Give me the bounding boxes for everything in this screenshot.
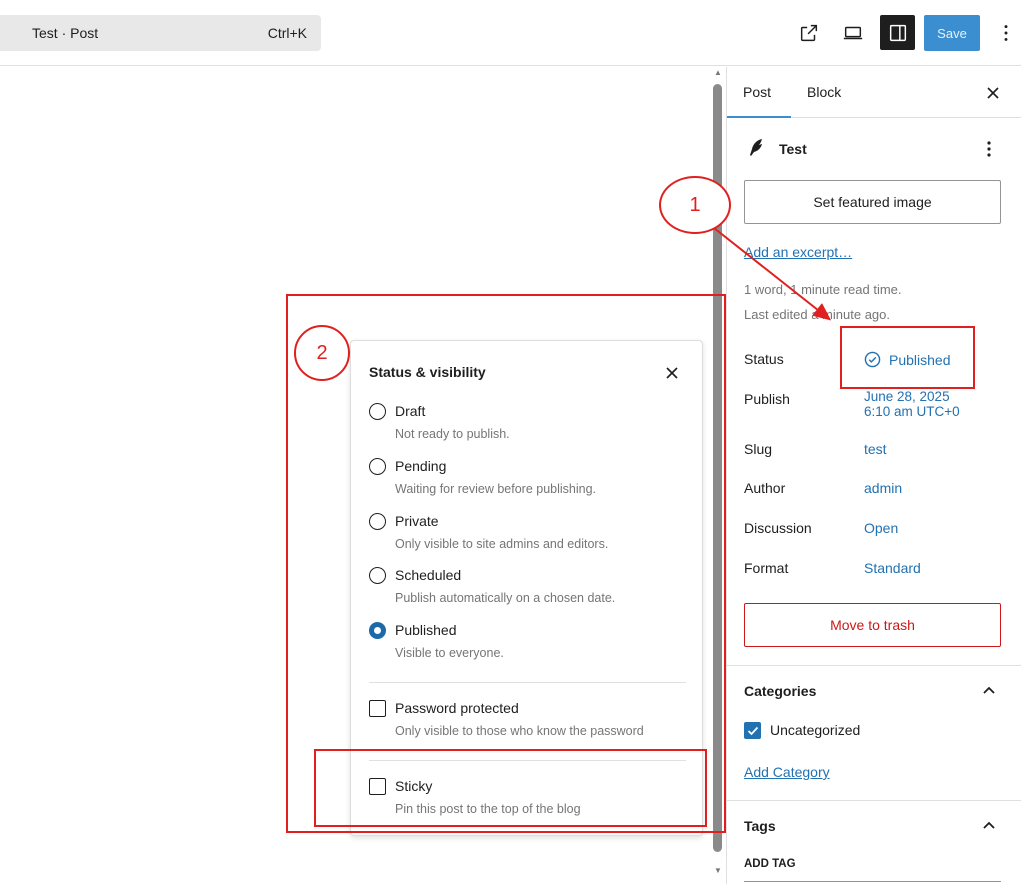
add-excerpt-link[interactable]: Add an excerpt… bbox=[744, 244, 852, 260]
word-count-meta: 1 word, 1 minute read time. bbox=[744, 282, 902, 297]
discussion-value[interactable]: Open bbox=[864, 520, 898, 536]
publish-date: June 28, 2025 bbox=[864, 389, 950, 404]
tags-panel-title[interactable]: Tags bbox=[744, 818, 776, 834]
save-button[interactable]: Save bbox=[924, 15, 980, 51]
sticky-label: Sticky bbox=[395, 778, 433, 794]
private-radio[interactable] bbox=[369, 513, 386, 530]
private-description: Only visible to site admins and editors. bbox=[395, 537, 609, 551]
annotation-number-1: 1 bbox=[689, 193, 701, 216]
annotation-number-2: 2 bbox=[316, 341, 328, 364]
draft-description: Not ready to publish. bbox=[395, 427, 510, 441]
draft-radio[interactable] bbox=[369, 403, 386, 420]
settings-sidebar: Post Block Test Set featured image Add a… bbox=[726, 67, 1021, 884]
pending-radio[interactable] bbox=[369, 458, 386, 475]
view-post-icon[interactable] bbox=[791, 15, 827, 51]
scroll-down-arrow-icon[interactable]: ▼ bbox=[713, 866, 723, 876]
tags-chevron-up-icon[interactable] bbox=[979, 815, 999, 835]
preview-device-icon[interactable] bbox=[835, 15, 871, 51]
move-to-trash-button[interactable]: Move to trash bbox=[744, 603, 1001, 647]
password-checkbox[interactable] bbox=[369, 700, 386, 717]
popover-divider bbox=[369, 682, 686, 683]
scroll-up-arrow-icon[interactable]: ▲ bbox=[713, 68, 723, 78]
popover-divider bbox=[369, 760, 686, 761]
close-sidebar-icon[interactable] bbox=[981, 81, 1005, 105]
published-description: Visible to everyone. bbox=[395, 646, 504, 660]
annotation-marker-1: 1 bbox=[659, 176, 731, 234]
draft-label: Draft bbox=[395, 403, 426, 419]
publish-time: 6:10 am UTC+0 bbox=[864, 404, 960, 419]
published-radio[interactable] bbox=[369, 622, 386, 639]
post-title: Test bbox=[779, 141, 807, 157]
top-toolbar: Test · Post Ctrl+K Save bbox=[0, 0, 1021, 66]
command-shortcut: Ctrl+K bbox=[267, 25, 307, 41]
last-edited-meta: Last edited a minute ago. bbox=[744, 307, 890, 322]
categories-panel-title[interactable]: Categories bbox=[744, 683, 816, 699]
sidebar-tabs: Post Block bbox=[727, 67, 1021, 118]
pending-label: Pending bbox=[395, 458, 447, 474]
status-visibility-popover: Status & visibility Draft Not ready to p… bbox=[350, 340, 703, 836]
scheduled-radio[interactable] bbox=[369, 567, 386, 584]
private-label: Private bbox=[395, 513, 439, 529]
command-title: Test · Post bbox=[32, 25, 99, 41]
command-palette-bar[interactable]: Test · Post Ctrl+K bbox=[0, 15, 321, 51]
slug-row-label: Slug bbox=[744, 441, 773, 457]
format-row-label: Format bbox=[744, 560, 789, 576]
status-row-label: Status bbox=[744, 351, 784, 367]
tab-block[interactable]: Block bbox=[807, 84, 841, 100]
categories-chevron-up-icon[interactable] bbox=[979, 680, 999, 700]
published-label: Published bbox=[395, 622, 457, 638]
pending-description: Waiting for review before publishing. bbox=[395, 482, 597, 496]
add-tag-label: ADD TAG bbox=[744, 858, 796, 870]
annotation-marker-2: 2 bbox=[294, 325, 350, 381]
settings-sidebar-toggle-icon[interactable] bbox=[880, 15, 915, 50]
active-tab-indicator bbox=[727, 116, 791, 118]
section-divider bbox=[727, 665, 1021, 666]
password-description: Only visible to those who know the passw… bbox=[395, 724, 644, 738]
publish-date-button[interactable]: June 28, 2025 6:10 am UTC+0 bbox=[864, 389, 960, 419]
published-check-circle-icon bbox=[864, 351, 881, 368]
author-value[interactable]: admin bbox=[864, 480, 902, 496]
post-actions-more-icon[interactable] bbox=[977, 137, 1001, 161]
post-type-quill-icon bbox=[747, 138, 765, 158]
status-value: Published bbox=[889, 351, 951, 368]
format-value[interactable]: Standard bbox=[864, 560, 921, 576]
options-more-icon[interactable] bbox=[988, 15, 1021, 51]
tab-post[interactable]: Post bbox=[743, 84, 771, 100]
section-divider bbox=[727, 800, 1021, 801]
status-value-button[interactable]: Published bbox=[864, 351, 951, 368]
popover-title: Status & visibility bbox=[369, 364, 486, 380]
popover-close-icon[interactable] bbox=[660, 361, 684, 385]
uncategorized-label: Uncategorized bbox=[770, 722, 861, 738]
slug-value[interactable]: test bbox=[864, 441, 887, 457]
uncategorized-checkbox[interactable] bbox=[744, 722, 761, 739]
password-label: Password protected bbox=[395, 700, 519, 716]
add-category-link[interactable]: Add Category bbox=[744, 764, 830, 780]
publish-row-label: Publish bbox=[744, 391, 790, 407]
scheduled-description: Publish automatically on a chosen date. bbox=[395, 591, 616, 605]
scheduled-label: Scheduled bbox=[395, 567, 462, 583]
author-row-label: Author bbox=[744, 480, 786, 496]
sticky-description: Pin this post to the top of the blog bbox=[395, 802, 581, 816]
set-featured-image-button[interactable]: Set featured image bbox=[744, 180, 1001, 224]
discussion-row-label: Discussion bbox=[744, 520, 812, 536]
sticky-checkbox[interactable] bbox=[369, 778, 386, 795]
